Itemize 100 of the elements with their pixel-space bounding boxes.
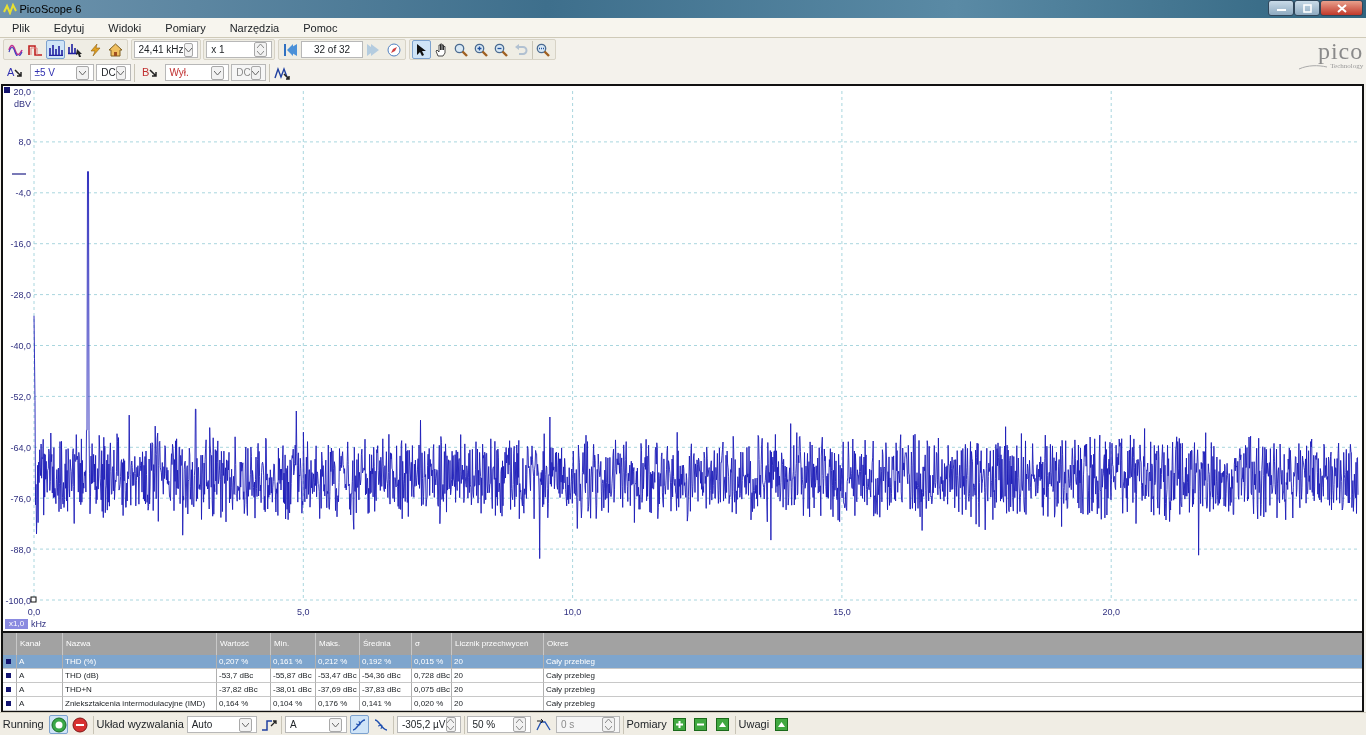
start-icon	[50, 716, 67, 733]
start-button[interactable]	[49, 715, 69, 734]
table-cell: 20	[451, 683, 543, 697]
buffer-field[interactable]: 32 of 32	[301, 41, 363, 58]
table-cell: 20	[451, 655, 543, 669]
y-tick-label: -52,0	[10, 391, 31, 402]
y-tick-label: -4,0	[15, 188, 31, 199]
cursor-arrow-icon	[149, 68, 158, 77]
table-cell: A	[16, 669, 62, 683]
x-tick-label: 20,0	[1102, 607, 1120, 617]
spectrum-cursor-icon	[67, 42, 84, 57]
table-cell: 0,192 %	[359, 655, 411, 669]
spectrum-mode-icon	[47, 43, 63, 56]
zoom-spinner[interactable]: x 1	[206, 41, 273, 58]
y-tick-label: -40,0	[10, 341, 31, 351]
compass-icon	[386, 42, 401, 57]
table-cell: -37,82 dBc	[216, 683, 270, 697]
x-tick-label: 10,0	[563, 607, 582, 617]
rising-edge-button[interactable]	[349, 715, 369, 734]
table-cell: -53,47 dBc	[315, 669, 359, 683]
compass-button[interactable]	[384, 40, 403, 59]
pretrigger-spinner[interactable]: 50 %	[467, 716, 532, 733]
table-cell: 0,212 %	[315, 655, 359, 669]
table-cell: 0,015 %	[411, 655, 451, 669]
menu-item[interactable]: Pomoc	[291, 18, 350, 37]
y-tick-label: -100,0	[5, 595, 31, 606]
spinner-arrows-icon	[445, 717, 456, 732]
table-cell: 0,728 dBc	[411, 669, 451, 683]
y-tick-label: 8,0	[18, 137, 31, 148]
cursor-arrow-icon	[14, 68, 23, 77]
swoosh-icon	[1297, 63, 1328, 70]
maximize-icon	[1302, 3, 1312, 13]
table-cell: 0,164 %	[216, 697, 270, 711]
minimize-button[interactable]	[1268, 0, 1295, 16]
zoom-fit-icon	[536, 42, 551, 57]
trigger-advanced-icon	[260, 717, 277, 732]
timebase-select[interactable]: 24,41 kHz	[133, 41, 198, 58]
row-marker-icon	[6, 701, 11, 706]
table-cell: 20	[451, 669, 543, 683]
spectrum-mode-button[interactable]	[45, 40, 65, 59]
table-cell: 0,161 %	[270, 655, 315, 669]
add-measurement-icon	[672, 718, 686, 731]
zoom-area-icon	[454, 42, 469, 57]
axis-handle-icon[interactable]	[30, 596, 37, 603]
app-logo-icon	[2, 3, 17, 15]
channel-button[interactable]: A	[2, 63, 27, 82]
menu-item[interactable]: Pomiary	[153, 18, 218, 37]
y-tick-label: -28,0	[10, 290, 31, 301]
edit-measurement-button[interactable]	[713, 715, 732, 734]
trigger-channel-select[interactable]: A	[284, 716, 347, 733]
y-unit-label: dBV	[14, 99, 31, 109]
range-select[interactable]: ±5 V	[29, 64, 94, 81]
offset-marker-icon[interactable]	[11, 173, 27, 175]
table-cell: Cały przebieg	[543, 655, 1362, 669]
table-cell: 0,176 %	[315, 697, 359, 711]
menu-item[interactable]: Edytuj	[41, 18, 97, 37]
close-icon	[1336, 3, 1347, 13]
persistence-mode-icon	[27, 43, 43, 56]
stop-button[interactable]	[71, 715, 90, 734]
table-cell: -37,69 dBc	[315, 683, 359, 697]
y-tick-label: -76,0	[10, 493, 31, 504]
remove-measurement-icon	[694, 718, 708, 731]
table-cell: THD+N	[62, 683, 216, 697]
menu-item[interactable]: Widoki	[96, 18, 154, 37]
stop-icon	[72, 716, 89, 733]
table-cell: THD (dB)	[62, 669, 216, 683]
table-cell: Cały przebieg	[543, 669, 1362, 683]
table-cell: -37,83 dBc	[359, 683, 411, 697]
pointer-button[interactable]	[411, 40, 431, 59]
table-cell: -55,87 dBc	[270, 669, 315, 683]
threshold-spinner[interactable]: -305,2 µV	[396, 716, 461, 733]
close-button[interactable]	[1320, 0, 1364, 16]
spinner-arrows-icon	[513, 717, 527, 732]
table-cell: -54,36 dBc	[359, 669, 411, 683]
table-cell: 0,104 %	[270, 697, 315, 711]
table-cell: -38,01 dBc	[270, 683, 315, 697]
row-marker-icon	[6, 687, 11, 692]
table-cell: -53,7 dBc	[216, 669, 270, 683]
trigger-mode-select[interactable]: Auto	[186, 716, 257, 733]
running-status: Running	[2, 717, 44, 733]
table-cell: A	[16, 655, 62, 669]
channel-button[interactable]: B	[137, 63, 162, 82]
coupling-select[interactable]: DC	[96, 64, 132, 81]
zoom-in-icon	[474, 42, 489, 57]
row-selector[interactable]	[3, 655, 16, 669]
y-tick-label: -16,0	[10, 239, 31, 250]
menu-item[interactable]: Narzędzia	[217, 18, 292, 37]
x-tick-label: 5,0	[297, 607, 310, 617]
header-corner	[3, 633, 16, 655]
hand-icon	[434, 42, 449, 57]
table-cell: 20	[451, 697, 543, 711]
table-cell: 0,075 dBc	[411, 683, 451, 697]
table-cell: A	[16, 697, 62, 711]
maximize-button[interactable]	[1294, 0, 1321, 16]
table-cell: 0,141 %	[359, 697, 411, 711]
menu-item[interactable]: Plik	[0, 18, 42, 37]
range-select[interactable]: Wył.	[164, 64, 229, 81]
edit-measurement-icon	[716, 718, 729, 731]
spinner-arrows-icon	[601, 717, 615, 732]
logo-wordmark: pico	[1317, 39, 1364, 63]
